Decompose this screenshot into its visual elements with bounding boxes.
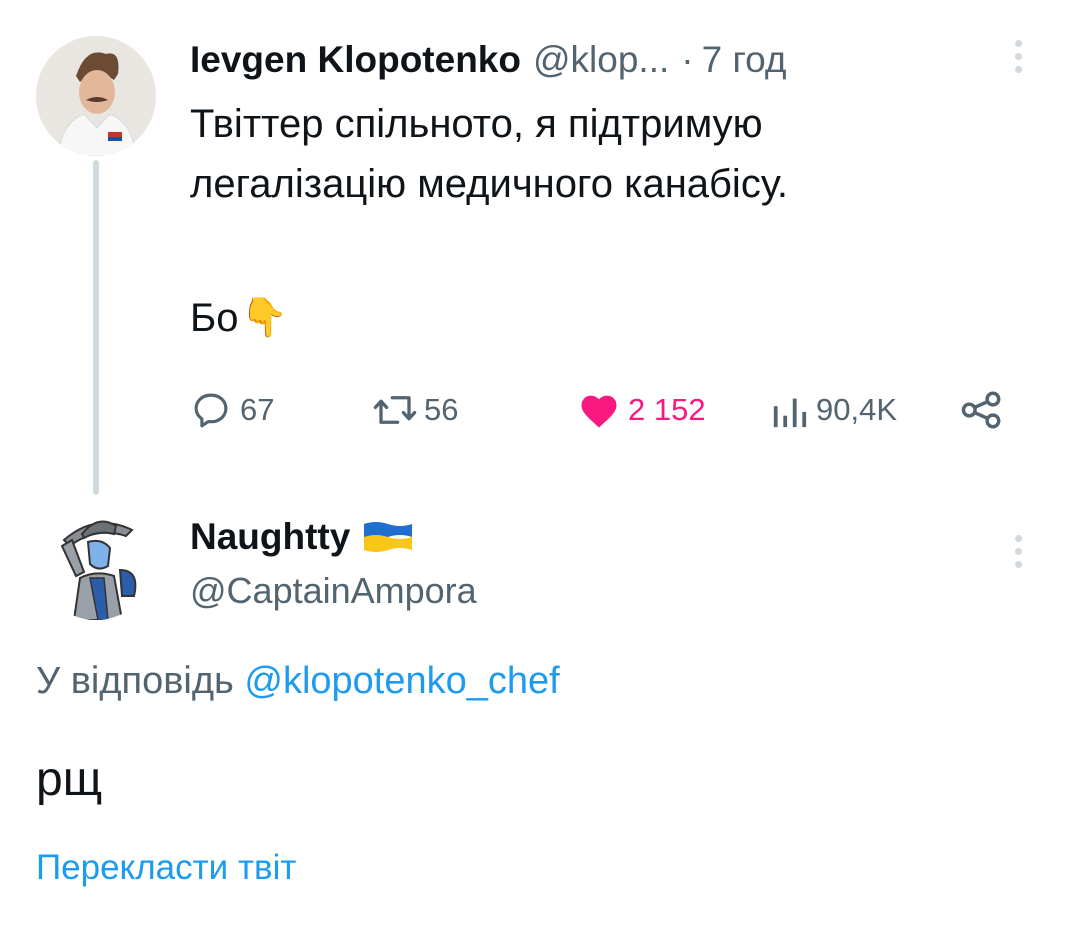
retweet-count: 56 (424, 392, 459, 427)
share-icon (961, 391, 1001, 429)
translate-tweet-link[interactable]: Перекласти твіт (36, 848, 296, 888)
reply-action[interactable]: 67 (190, 388, 274, 432)
tweet-time[interactable]: 7 год (702, 39, 787, 81)
views-action[interactable]: 90,4K (770, 388, 897, 432)
replying-to-label: У відповідь (36, 660, 234, 702)
ukraine-flag-icon (364, 522, 413, 552)
author-avatar[interactable] (36, 36, 156, 156)
retweet-icon (373, 396, 417, 424)
thread-connector-line (93, 160, 99, 495)
replying-to-handle-link[interactable]: @klopotenko_chef (244, 660, 559, 702)
reply-count: 67 (240, 392, 275, 427)
tweet-action-bar: 67 56 2 152 90,4K (190, 388, 1010, 432)
like-action[interactable]: 2 152 (578, 388, 706, 432)
replying-to: У відповідь @klopotenko_chef (36, 660, 560, 703)
views-bar-chart-icon (773, 398, 807, 428)
cartoon-cowboy-avatar-icon (36, 500, 156, 620)
more-options-icon[interactable] (1013, 535, 1023, 574)
tweet-text-line: Бо (190, 296, 239, 340)
views-count: 90,4K (816, 392, 898, 427)
retweet-action[interactable]: 56 (372, 388, 458, 432)
reply-icon (194, 393, 228, 428)
reply-text: рщ (36, 753, 103, 806)
reply-author-avatar[interactable] (36, 500, 156, 620)
chef-avatar-icon (36, 36, 156, 156)
time-separator: · (681, 39, 694, 80)
tweet-text-line: Твіттер спільното, я підтримую (190, 102, 763, 146)
more-options-icon[interactable] (1013, 40, 1023, 79)
share-action[interactable] (960, 388, 1004, 432)
like-count: 2 152 (628, 392, 706, 427)
reply-author-handle[interactable]: @CaptainAmpora (190, 570, 477, 612)
reply-author-name[interactable]: Naughtty (190, 516, 350, 558)
author-handle[interactable]: @klop... (533, 39, 669, 81)
heart-filled-icon (581, 395, 617, 428)
pointing-down-emoji-icon: 👇 (240, 297, 288, 339)
tweet-text-line: легалізацію медичного канабісу. (190, 162, 788, 206)
author-name[interactable]: Ievgen Klopotenko (190, 39, 521, 81)
